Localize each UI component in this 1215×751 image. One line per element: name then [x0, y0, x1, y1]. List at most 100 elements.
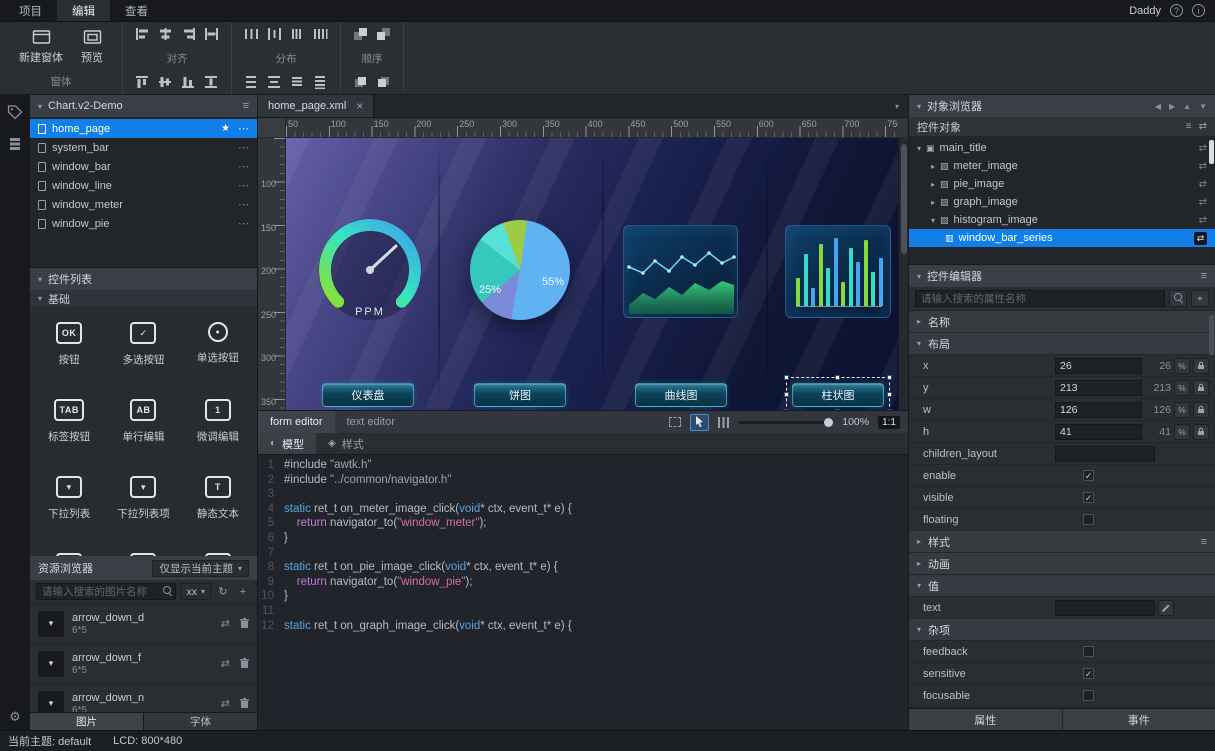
grid-icon[interactable]: [718, 416, 730, 428]
edit-text-button[interactable]: [1158, 599, 1174, 616]
pie-image-widget[interactable]: [470, 220, 570, 320]
resource-search-input[interactable]: [36, 583, 177, 600]
section-animation[interactable]: ▸ 动画: [909, 553, 1215, 575]
trash-icon[interactable]: [240, 658, 249, 669]
section-value[interactable]: ▾ 值: [909, 575, 1215, 597]
lock-button[interactable]: [1193, 357, 1209, 374]
distribute-h-icon[interactable]: [244, 27, 259, 41]
zoom-slider-thumb[interactable]: [824, 417, 834, 427]
section-name[interactable]: ▸ 名称: [909, 311, 1215, 333]
tab-overflow-icon[interactable]: ▾: [886, 95, 908, 117]
selection-handle[interactable]: [784, 391, 789, 397]
distribute-v-edges-icon[interactable]: [267, 75, 282, 89]
h-input[interactable]: 41: [1055, 423, 1142, 440]
menu-icon[interactable]: ≡: [1201, 270, 1207, 282]
pointer-tool-button[interactable]: [690, 413, 710, 431]
meter-nav-button[interactable]: 仪表盘: [322, 383, 414, 407]
code-line[interactable]: 12 static ret_t on_graph_image_click(void…: [258, 619, 908, 634]
code-line[interactable]: 1 #include "awtk.h": [258, 458, 908, 473]
widget-cell-partial[interactable]: [181, 543, 255, 556]
code-line[interactable]: 11: [258, 604, 908, 619]
new-form-button[interactable]: 新建窗体: [12, 27, 70, 67]
widget-cell-partial[interactable]: [106, 543, 180, 556]
trash-icon[interactable]: [240, 618, 249, 629]
widget-radio[interactable]: ● 单选按钮: [181, 312, 255, 389]
code-line[interactable]: 2 #include "../common/navigator.h": [258, 473, 908, 488]
object-window-bar-series[interactable]: ▥ window_bar_series ⇄: [909, 229, 1215, 247]
graph-image-widget[interactable]: [623, 225, 738, 318]
distribute-h-edges-icon[interactable]: [267, 27, 282, 41]
align-left-icon[interactable]: [135, 27, 150, 41]
code-line[interactable]: 3: [258, 487, 908, 502]
expander-icon[interactable]: ▸: [931, 180, 935, 189]
expander-icon[interactable]: ▾: [931, 216, 935, 225]
caret-down-icon[interactable]: ▾: [38, 102, 42, 111]
list-icon[interactable]: ≡: [1186, 121, 1192, 132]
move-forward-icon[interactable]: [353, 75, 368, 89]
tab-events[interactable]: 事件: [1061, 709, 1215, 730]
histogram-image-widget[interactable]: [785, 225, 891, 318]
code-lines[interactable]: 1 #include "awtk.h" 2 #include "../common/n…: [258, 455, 908, 730]
selection-handle[interactable]: [887, 391, 892, 397]
more-icon[interactable]: ⋯: [238, 141, 249, 154]
swap-icon[interactable]: ⇄: [1199, 121, 1207, 132]
marquee-select-icon[interactable]: [669, 417, 682, 427]
selection-rect[interactable]: [784, 375, 892, 410]
more-icon[interactable]: ⋯: [238, 160, 249, 173]
code-tab-style[interactable]: ◈ 样式: [316, 433, 376, 454]
menu-tab-edit[interactable]: 编辑: [57, 0, 110, 21]
object-meter-image[interactable]: ▸ ▨ meter_image ⇄: [909, 157, 1215, 175]
percent-toggle-button[interactable]: %: [1174, 401, 1190, 418]
replace-icon[interactable]: ⇄: [221, 617, 230, 630]
theme-filter-dropdown[interactable]: 仅显示当前主题 ▾: [152, 559, 249, 577]
widget-cell-partial[interactable]: [32, 543, 106, 556]
scrollbar-thumb[interactable]: [1209, 140, 1214, 164]
zoom-slider[interactable]: [738, 417, 834, 427]
tree-item-window-pie[interactable]: window_pie ⋯: [30, 214, 257, 233]
widget-list-header[interactable]: ▾ 控件列表: [30, 268, 257, 290]
widget-checkbox[interactable]: ✓ 多选按钮: [106, 312, 180, 389]
refresh-icon[interactable]: ↻: [215, 584, 231, 600]
move-backward-icon[interactable]: [376, 75, 391, 89]
project-tag-icon[interactable]: [7, 105, 23, 120]
menu-tab-project[interactable]: 项目: [4, 0, 57, 21]
object-histogram-image[interactable]: ▾ ▨ histogram_image ⇄: [909, 211, 1215, 229]
ratio-1-1-button[interactable]: 1:1: [878, 415, 900, 429]
floating-checkbox[interactable]: [1083, 514, 1094, 525]
section-layout[interactable]: ▾ 布局: [909, 333, 1215, 355]
align-vstretch-icon[interactable]: [204, 75, 219, 89]
more-icon[interactable]: ⋯: [238, 179, 249, 192]
canvas-vscrollbar[interactable]: [898, 138, 908, 410]
distribute-v-top-icon[interactable]: [290, 75, 305, 89]
code-tab-model[interactable]: ◐ 模型: [258, 433, 317, 454]
code-line[interactable]: 5 return navigator_to("window_meter");: [258, 516, 908, 531]
code-line[interactable]: 4 static ret_t on_meter_image_click(void*…: [258, 502, 908, 517]
scrollbar-thumb[interactable]: [1209, 315, 1214, 355]
more-icon[interactable]: ⋯: [238, 122, 249, 135]
lock-button[interactable]: [1193, 401, 1209, 418]
nav-up-icon[interactable]: ▲: [1183, 102, 1191, 111]
widget-edit[interactable]: AB 单行编辑: [106, 389, 180, 466]
more-icon[interactable]: ⋯: [238, 198, 249, 211]
percent-toggle-button[interactable]: %: [1174, 357, 1190, 374]
widget-combobox-item[interactable]: ▾ 下拉列表项: [106, 466, 180, 543]
doc-tab-home-page-xml[interactable]: home_page.xml ×: [258, 95, 375, 117]
style-list-icon[interactable]: ≡: [1201, 536, 1207, 548]
graph-nav-button[interactable]: 曲线图: [635, 383, 727, 407]
code-line[interactable]: 8 static ret_t on_pie_image_click(void* c…: [258, 560, 908, 575]
form-editor-tab[interactable]: form editor: [258, 411, 335, 433]
bind-icon[interactable]: ⇄: [1199, 215, 1207, 226]
widget-combobox[interactable]: ▾ 下拉列表: [32, 466, 106, 543]
bind-chip[interactable]: ⇄: [1194, 231, 1207, 245]
tree-item-window-bar[interactable]: window_bar ⋯: [30, 157, 257, 176]
object-graph-image[interactable]: ▸ ▨ graph_image ⇄: [909, 193, 1215, 211]
more-icon[interactable]: ⋯: [238, 217, 249, 230]
preview-button[interactable]: 预览: [74, 27, 110, 67]
menu-tab-view[interactable]: 查看: [110, 0, 163, 21]
w-input[interactable]: 126: [1055, 401, 1142, 418]
bind-icon[interactable]: ⇄: [1199, 161, 1207, 172]
percent-toggle-button[interactable]: %: [1174, 423, 1190, 440]
info-icon[interactable]: i: [1192, 4, 1205, 17]
tab-images[interactable]: 图片: [30, 713, 143, 730]
layers-panel-icon[interactable]: [8, 136, 22, 151]
